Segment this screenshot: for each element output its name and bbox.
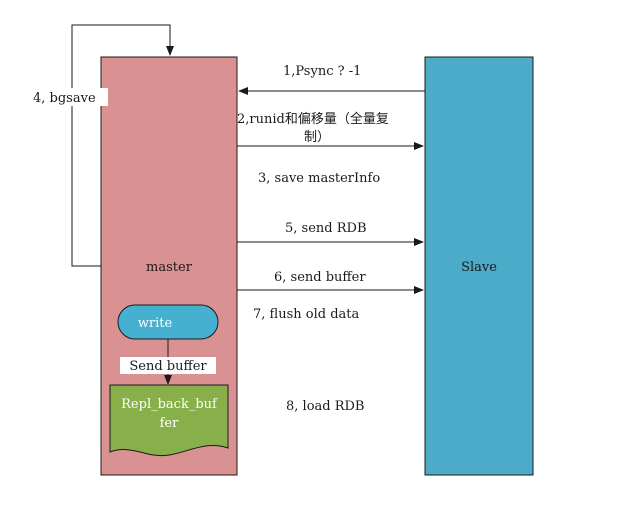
step-7-label: 7, flush old data — [253, 307, 359, 322]
step-2-label-cont: 制） — [304, 130, 330, 145]
step-6-label: 6, send buffer — [274, 270, 366, 285]
slave-label: Slave — [461, 260, 497, 275]
repl-back-buffer-label-cont: fer — [160, 416, 180, 431]
send-buffer-label: Send buffer — [129, 359, 207, 374]
step-8-label: 8, load RDB — [286, 399, 365, 414]
master-label: master — [146, 260, 193, 275]
step-5-label: 5, send RDB — [285, 221, 367, 236]
step-1-label: 1,Psync ? -1 — [283, 64, 361, 79]
replication-diagram: master Slave 4, bgsave 1,Psync ? -1 2,ru… — [30, 24, 534, 476]
bgsave-label: 4, bgsave — [33, 91, 96, 106]
write-label: write — [138, 316, 173, 331]
step-2-label: 2,runid和偏移量（全量复 — [237, 111, 389, 127]
step-3-label: 3, save masterInfo — [258, 171, 380, 186]
repl-back-buffer-label: Repl_back_buf — [121, 397, 218, 412]
